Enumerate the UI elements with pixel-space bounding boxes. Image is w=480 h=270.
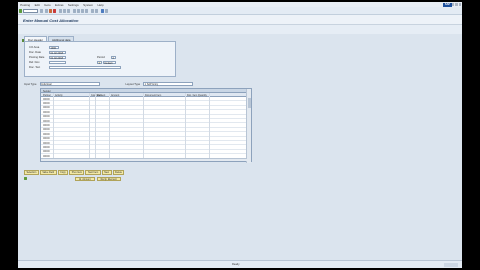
new-button[interactable]: New	[101, 170, 112, 175]
layout-icon[interactable]	[105, 9, 108, 13]
menu-item-edit[interactable]: Edit	[32, 3, 42, 7]
row-number: 00000	[43, 106, 50, 110]
posting-date-field[interactable]: 01.02.2018	[49, 55, 66, 59]
amount-button[interactable]: Al. Amount	[75, 176, 95, 181]
row-number: 00000	[43, 132, 50, 136]
layout-dropdown[interactable]: 1 SAP Entry	[143, 82, 194, 86]
menu-item-help[interactable]: Help	[95, 3, 106, 7]
minimize-icon[interactable]	[451, 2, 454, 6]
row-number: 00000	[43, 128, 50, 132]
enter-icon[interactable]	[19, 9, 22, 13]
save-icon[interactable]	[40, 9, 43, 13]
ref-doc-label: Ref. Doc.	[29, 61, 41, 64]
posting-date-label: Posting Date	[29, 56, 45, 59]
prev-item-button[interactable]: Prev Item	[69, 170, 85, 175]
doc-header-panel: CO Area 1000 Doc. Date 01.02.2018 Postin…	[24, 41, 176, 77]
row-number: 00000	[43, 97, 50, 101]
window-controls	[451, 2, 461, 6]
horizontal-scrollbar[interactable]	[41, 158, 247, 161]
last-page-icon[interactable]	[85, 9, 88, 13]
selection-button[interactable]: Selection	[24, 170, 39, 175]
page-title: Enter Manual Cost Allocation	[23, 18, 79, 23]
find-next-icon[interactable]	[67, 9, 70, 13]
ledger-field[interactable]: Default	[103, 60, 116, 64]
application-toolbar	[18, 25, 462, 42]
input-type-bar: Input Type Individual Layout Type 1 SAP …	[24, 81, 252, 87]
standard-toolbar	[18, 7, 462, 15]
scroll-thumb[interactable]	[248, 98, 251, 108]
help-icon[interactable]	[101, 9, 104, 13]
layout-label: Layout Type	[125, 82, 141, 86]
next-page-icon[interactable]	[81, 9, 84, 13]
menu-item-settings[interactable]: Settings	[66, 3, 81, 7]
vertical-scrollbar[interactable]	[246, 89, 251, 163]
co-area-field[interactable]: 1000	[49, 45, 59, 49]
row-number: 00000	[43, 119, 50, 123]
delete-button[interactable]: Delete	[112, 170, 125, 175]
row-number: 00000	[43, 137, 50, 141]
doc-date-label: Doc. Date	[29, 51, 41, 54]
row-number: 00000	[43, 101, 50, 105]
next-item-button[interactable]: Next Item	[85, 170, 101, 175]
row-number: 00000	[43, 150, 50, 154]
menu-item-posting[interactable]: Posting	[18, 3, 32, 7]
row-number: 00000	[43, 141, 50, 145]
doc-text-label: Doc. Text	[29, 66, 41, 69]
find-icon[interactable]	[63, 9, 66, 13]
doc-date-field[interactable]: 01.02.2018	[49, 50, 66, 54]
doc-text-field[interactable]	[49, 65, 121, 69]
command-field[interactable]	[23, 9, 38, 13]
value-field-button[interactable]: Value Field	[39, 170, 57, 175]
input-type-dropdown[interactable]: Individual	[39, 82, 100, 86]
title-bar: Enter Manual Cost Allocation	[18, 15, 462, 25]
first-page-icon[interactable]	[73, 9, 76, 13]
ref-doc-field[interactable]	[49, 60, 66, 64]
exit-icon[interactable]	[49, 9, 52, 13]
input-type-label: Input Type	[24, 82, 37, 86]
recip-element-button[interactable]: Recip. Element	[96, 176, 121, 181]
row-number: 00000	[43, 123, 50, 127]
close-icon[interactable]	[458, 2, 461, 6]
period-label: Period	[97, 56, 105, 59]
co-area-label: CO Area	[29, 46, 40, 49]
cancel-icon[interactable]	[53, 9, 56, 13]
row-number: 00000	[43, 145, 50, 149]
back-icon[interactable]	[45, 9, 48, 13]
menu-item-extras[interactable]: Extras	[53, 3, 66, 7]
status-text: Ready	[232, 263, 240, 266]
row-number: 00000	[43, 110, 50, 114]
select-all-icon[interactable]	[24, 177, 27, 180]
copy-button[interactable]: Copy	[57, 170, 69, 175]
ledger-code[interactable]: 1	[97, 60, 102, 64]
table-actions-bar-2: Al. Amount Recip. Element	[24, 176, 121, 181]
status-bar: Ready	[18, 260, 462, 268]
print-icon[interactable]	[59, 9, 62, 13]
maximize-icon[interactable]	[455, 2, 458, 6]
period-field[interactable]: 2	[111, 55, 116, 59]
menu-item-system[interactable]: System	[81, 3, 95, 7]
sap-window: Posting Edit Goto Extras Settings System…	[18, 2, 462, 268]
prev-page-icon[interactable]	[77, 9, 80, 13]
system-info	[444, 263, 458, 267]
shortcut-icon[interactable]	[95, 9, 98, 13]
menu-item-goto[interactable]: Goto	[42, 3, 53, 7]
allocation-table: Sender Partner Activity Cost Element Cur…	[40, 88, 252, 163]
row-number: 00000	[43, 115, 50, 119]
new-session-icon[interactable]	[91, 9, 94, 13]
